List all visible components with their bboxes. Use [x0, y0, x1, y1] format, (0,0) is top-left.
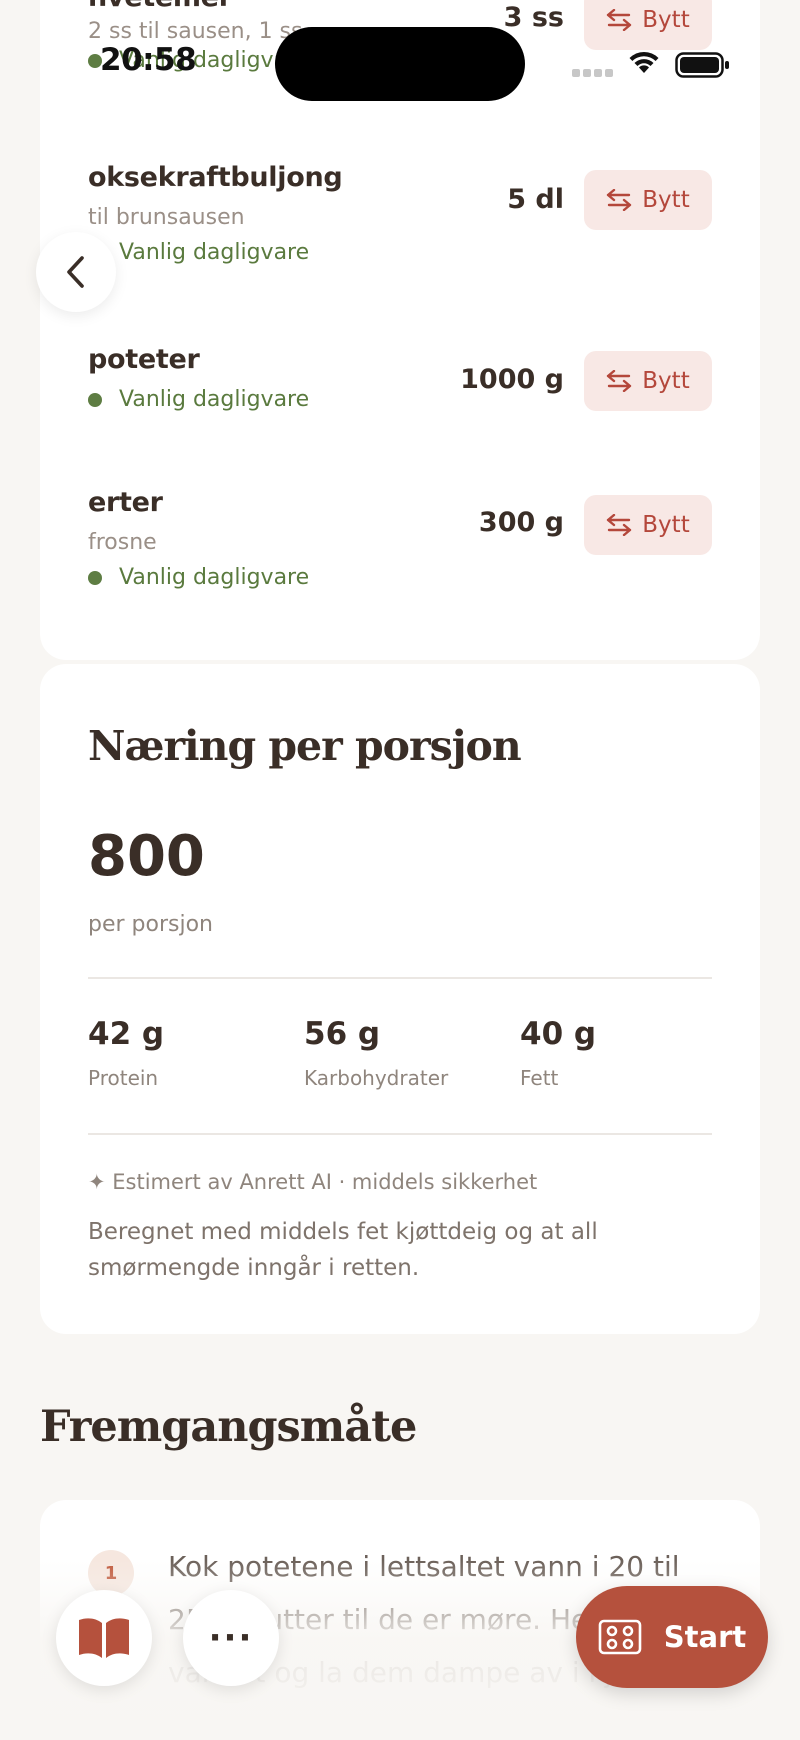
- swap-arrows-icon: [607, 9, 632, 31]
- availability-dot: [88, 392, 102, 407]
- swap-label: Bytt: [642, 512, 690, 538]
- cooktop-icon: [598, 1619, 642, 1655]
- macro-fat: 40 g Fett: [520, 1016, 596, 1090]
- status-time: 20:58: [100, 42, 197, 78]
- macro-label: Fett: [520, 1066, 559, 1090]
- battery-icon: [675, 52, 729, 78]
- swap-button[interactable]: Bytt: [584, 351, 712, 411]
- start-label: Start: [663, 1620, 747, 1654]
- ingredient-tag-label: Vanlig dagligvare: [119, 387, 310, 412]
- swap-button[interactable]: Bytt: [584, 495, 712, 555]
- swap-label: Bytt: [642, 7, 690, 33]
- swap-label: Bytt: [642, 187, 690, 213]
- ingredient-tag-label: Vanlig dagligvare: [119, 565, 310, 590]
- ai-estimate-description: Beregnet med middels fet kjøttdeig og at…: [88, 1219, 598, 1281]
- method-title: Fremgangsmåte: [40, 1402, 417, 1452]
- start-cooking-button[interactable]: Start: [576, 1586, 768, 1688]
- swap-arrows-icon: [607, 514, 632, 536]
- macro-value: 56 g: [304, 1016, 381, 1052]
- macro-value: 40 g: [520, 1016, 597, 1052]
- macro-carbs: 56 g Karbohydrater: [304, 1016, 448, 1090]
- calories-value: 800: [88, 824, 205, 889]
- swap-arrows-icon: [607, 370, 632, 392]
- swap-arrows-icon: [607, 189, 632, 211]
- divider: [88, 1133, 712, 1135]
- ingredient-amount: 5 dl: [507, 184, 564, 215]
- swap-label: Bytt: [642, 368, 690, 394]
- availability-dot: [88, 570, 102, 585]
- ingredient-tag: Vanlig dagligvare: [88, 240, 712, 265]
- ingredient-tag: Vanlig dagligvare: [88, 565, 712, 590]
- ingredient-amount: 300 g: [478, 507, 564, 538]
- wifi-icon: [629, 51, 659, 73]
- book-icon: [79, 1618, 129, 1658]
- recipe-book-button[interactable]: [56, 1590, 152, 1686]
- macro-label: Karbohydrater: [304, 1066, 449, 1090]
- dynamic-island: [275, 27, 525, 101]
- nutrition-card: Næring per porsjon 800 per porsjon 42 g …: [40, 664, 760, 1334]
- more-dots-icon: ···: [208, 1618, 254, 1658]
- calories-unit: per porsjon: [88, 912, 213, 937]
- ingredient-amount: 1000 g: [460, 364, 564, 395]
- macro-value: 42 g: [88, 1016, 165, 1052]
- ingredient-row: erter frosne Vanlig dagligvare 300 g Byt…: [88, 487, 712, 607]
- divider: [88, 977, 712, 979]
- macro-label: Protein: [88, 1066, 159, 1090]
- ingredient-tag-label: Vanlig dagligvare: [119, 240, 310, 265]
- ingredient-row: poteter Vanlig dagligvare 1000 g Bytt: [88, 344, 712, 424]
- macro-protein: 42 g Protein: [88, 1016, 164, 1090]
- ai-estimate-note: ✦ Estimert av Anrett AI · middels sikker…: [88, 1170, 538, 1194]
- swap-button[interactable]: Bytt: [584, 170, 712, 230]
- nutrition-title: Næring per porsjon: [88, 722, 522, 770]
- step-number: 1: [88, 1550, 134, 1596]
- back-button[interactable]: [36, 232, 116, 312]
- ingredient-amount: 3 ss: [503, 2, 564, 33]
- ingredient-row: oksekraftbuljong til brunsausen Vanlig d…: [88, 162, 712, 282]
- signal-icon: [572, 69, 613, 77]
- swap-button[interactable]: Bytt: [584, 0, 712, 50]
- chevron-left-icon: [67, 256, 84, 288]
- more-button[interactable]: ···: [183, 1590, 279, 1686]
